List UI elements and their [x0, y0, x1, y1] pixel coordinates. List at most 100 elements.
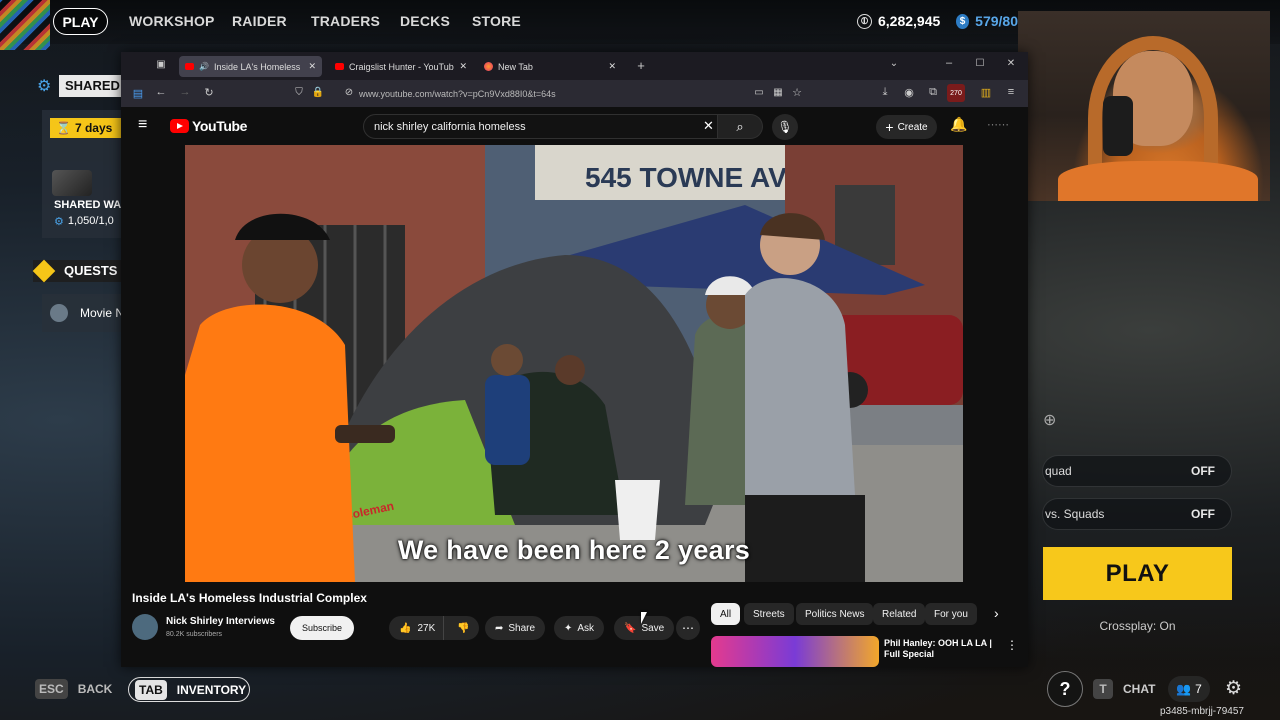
gear-icon: ⚙	[37, 78, 52, 95]
inventory-button[interactable]: TAB INVENTORY	[128, 677, 250, 702]
friends-button[interactable]: 👥 7	[1168, 676, 1210, 702]
mouse-cursor	[641, 612, 647, 624]
quest-item-label: Movie N	[80, 306, 125, 320]
minimize-icon[interactable]: –	[941, 57, 957, 69]
chip-all[interactable]: All	[711, 603, 741, 625]
vs-squads-toggle[interactable]: vs. Squads OFF	[1042, 498, 1232, 530]
url-field[interactable]: www.youtube.com/watch?v=pCn9Vxd88I0&t=64…	[291, 85, 741, 103]
maximize-icon[interactable]: ☐	[972, 58, 988, 69]
nav-play-button[interactable]: PLAY	[53, 8, 108, 35]
chip-related[interactable]: Related	[873, 603, 926, 625]
create-button[interactable]: + Create	[876, 115, 937, 139]
nav-store[interactable]: STORE	[472, 13, 521, 29]
chip-for-you[interactable]: For you	[925, 603, 977, 625]
account-icon[interactable]: ◉	[901, 86, 917, 99]
like-dislike-group: 👍 27K 👎	[389, 616, 479, 640]
bookmark-star-icon[interactable]: ☆	[789, 86, 805, 99]
reader-icon[interactable]: ▦	[770, 87, 786, 98]
quest-avatar-icon	[50, 304, 68, 322]
sidebar-icon[interactable]: ▤	[130, 87, 146, 100]
notifications-bell-icon[interactable]: 🔔	[950, 116, 967, 133]
youtube-logo-text: YouTube	[192, 118, 248, 134]
menu-icon[interactable]: ≡	[1003, 86, 1019, 98]
dislike-button[interactable]: 👎	[449, 623, 477, 634]
browser-window: ▣ 🔊 Inside LA's Homeless Indus ✕ Craigsl…	[121, 52, 1028, 667]
video-title: Inside LA's Homeless Industrial Complex	[132, 591, 367, 605]
clear-search-icon[interactable]: ✕	[703, 118, 714, 134]
streamer-shirt	[1058, 161, 1258, 201]
nav-raider[interactable]: RAIDER	[232, 13, 287, 29]
shared-wa-label: SHARED WA	[54, 199, 122, 211]
rec-more-icon[interactable]: ⋮	[1006, 638, 1018, 652]
subscriber-count: 80.2K subscribers	[166, 631, 223, 638]
youtube-logo[interactable]: YouTube	[170, 118, 247, 134]
extension-badge[interactable]: 270	[947, 84, 965, 102]
download-icon[interactable]: ⤓	[877, 86, 893, 99]
close-tab-icon[interactable]: ✕	[459, 61, 467, 72]
friends-icon: 👥	[1176, 682, 1192, 696]
coin-amount: 6,282,945	[878, 13, 941, 29]
channel-avatar[interactable]	[132, 614, 158, 640]
shared-card[interactable]: ⌛ 7 days SHARED WA ⚙ 1,050/1,0	[42, 110, 121, 238]
squad-toggle[interactable]: quad OFF	[1042, 455, 1232, 487]
ask-label: Ask	[577, 622, 595, 634]
progress-text: 1,050/1,0	[67, 215, 114, 227]
add-icon[interactable]: ⊕	[1043, 410, 1056, 430]
close-tab-icon[interactable]: ✕	[308, 61, 316, 72]
search-input[interactable]: nick shirley california homeless	[363, 114, 718, 139]
extension-bars-icon[interactable]: ▥	[978, 86, 994, 99]
back-control[interactable]: ESC BACK	[35, 679, 112, 699]
plus-icon: +	[885, 119, 894, 135]
rec-title[interactable]: Phil Hanley: OOH LA LA | Full Special	[884, 638, 1004, 660]
forward-icon[interactable]: →	[177, 86, 193, 98]
share-arrow-icon: ➦	[495, 622, 504, 634]
youtube-favicon	[185, 63, 194, 70]
tab-active[interactable]: 🔊 Inside LA's Homeless Indus ✕	[179, 56, 322, 77]
chips-next-chevron-icon[interactable]: ›	[994, 605, 999, 621]
game-play-button[interactable]: PLAY	[1043, 547, 1232, 600]
list-tabs-chevron-icon[interactable]: ⌄	[886, 58, 902, 69]
search-button[interactable]: ⌕	[718, 114, 763, 139]
share-label: Share	[508, 622, 536, 634]
extensions-icon[interactable]: ⧉	[925, 86, 941, 99]
pip-icon[interactable]: ▭	[751, 87, 767, 98]
shared-header: ⚙ SHARED W	[33, 73, 121, 99]
hamburger-icon[interactable]: ≡	[138, 116, 147, 134]
voice-search-icon[interactable]: 🎙	[772, 114, 798, 140]
settings-gear-icon[interactable]: ⚙	[1225, 677, 1242, 700]
tab-craigslist[interactable]: Craigslist Hunter - YouTube ✕	[329, 56, 473, 77]
quest-item[interactable]: Movie N	[42, 294, 125, 332]
back-icon[interactable]: ←	[153, 86, 169, 98]
nav-traders[interactable]: TRADERS	[311, 13, 380, 29]
close-window-icon[interactable]: ✕	[1003, 58, 1019, 69]
crossplay-status: Crossplay: On	[1099, 619, 1176, 633]
like-button[interactable]: 👍 27K	[389, 616, 445, 640]
nav-decks[interactable]: DECKS	[400, 13, 450, 29]
webcam-feed	[1018, 11, 1270, 201]
share-button[interactable]: ➦ Share	[485, 616, 546, 640]
more-actions-icon[interactable]: ⋯	[676, 616, 700, 640]
loading-dots-icon: ⋯⋯	[987, 119, 1009, 131]
subscribe-button[interactable]: Subscribe	[290, 616, 354, 640]
video-player[interactable]: 545 TOWNE AVE Coleman We have been here …	[185, 145, 963, 582]
close-tab-icon[interactable]: ✕	[608, 61, 616, 72]
chat-control[interactable]: T CHAT	[1093, 679, 1155, 699]
chat-label: CHAT	[1123, 682, 1156, 696]
back-label: BACK	[77, 682, 113, 696]
nav-workshop[interactable]: WORKSHOP	[129, 13, 215, 29]
rec-thumbnail[interactable]	[711, 636, 879, 667]
youtube-favicon	[335, 63, 344, 70]
vs-squads-value: OFF	[1191, 507, 1215, 521]
new-tab-icon[interactable]: +	[633, 58, 649, 73]
tab-list-icon[interactable]: ▣	[153, 59, 169, 70]
quests-header: QUESTS	[32, 259, 121, 283]
help-icon[interactable]: ?	[1047, 671, 1083, 707]
chip-politics-news[interactable]: Politics News	[796, 603, 874, 625]
tab-new[interactable]: New Tab ✕	[478, 56, 622, 77]
reload-icon[interactable]: ↻	[201, 86, 217, 99]
days-text: 7 days	[74, 121, 113, 135]
audio-icon[interactable]: 🔊	[199, 62, 209, 71]
chip-streets[interactable]: Streets	[744, 603, 794, 625]
channel-name[interactable]: Nick Shirley Interviews	[166, 616, 275, 627]
ask-button[interactable]: ✦ Ask	[554, 616, 605, 640]
